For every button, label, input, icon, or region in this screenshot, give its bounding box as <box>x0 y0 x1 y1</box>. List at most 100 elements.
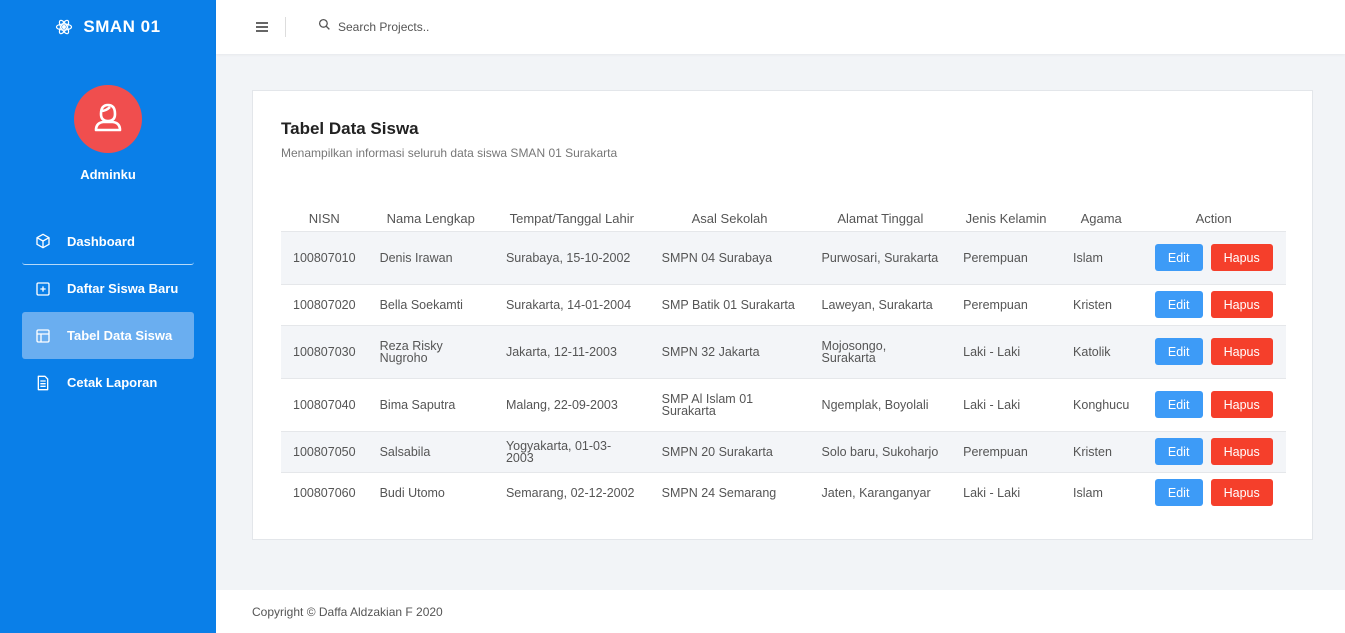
cell-action: Edit Hapus <box>1141 283 1286 325</box>
cell-ttl: Malang, 22-09-2003 <box>493 377 650 431</box>
cell-nisn: 100807050 <box>281 430 368 472</box>
hamburger-menu-icon[interactable] <box>254 19 270 35</box>
cell-alamat: Purwosari, Surakarta <box>809 230 952 284</box>
cell-nisn: 100807060 <box>281 471 368 513</box>
hapus-button[interactable]: Hapus <box>1210 479 1273 507</box>
plus-square-icon <box>34 280 51 297</box>
cell-ttl: Yogyakarta, 01-03-2003 <box>493 430 650 472</box>
cell-alamat: Jaten, Karanganyar <box>809 471 952 513</box>
cell-alamat: Solo baru, Sukoharjo <box>809 430 952 472</box>
cell-agama: Islam <box>1061 471 1142 513</box>
table-row: 100807030 Reza Risky Nugroho Jakarta, 12… <box>281 324 1286 378</box>
cell-action: Edit Hapus <box>1141 324 1286 378</box>
cell-alamat: Laweyan, Surakarta <box>809 283 952 325</box>
file-text-icon <box>34 374 51 391</box>
cell-nisn: 100807010 <box>281 230 368 284</box>
table-row: 100807060 Budi Utomo Semarang, 02-12-200… <box>281 471 1286 513</box>
sidebar-item-label: Tabel Data Siswa <box>67 328 173 343</box>
column-header-tempat-tanggal-lahir[interactable]: Tempat/Tanggal Lahir <box>494 183 650 231</box>
edit-button[interactable]: Edit <box>1154 291 1203 318</box>
cell-alamat: Ngemplak, Boyolali <box>809 377 952 431</box>
table-row: 100807010 Denis Irawan Surabaya, 15-10-2… <box>281 230 1286 284</box>
cell-jenis-kelamin: Laki - Laki <box>951 324 1062 378</box>
column-header-alamat-tinggal[interactable]: Alamat Tinggal <box>810 183 952 231</box>
cell-ttl: Semarang, 02-12-2002 <box>493 471 650 513</box>
cell-jenis-kelamin: Perempuan <box>951 283 1062 325</box>
cell-sekolah: SMP Batik 01 Surakarta <box>649 283 810 325</box>
layout-icon <box>34 327 51 344</box>
column-header-agama[interactable]: Agama <box>1061 183 1141 231</box>
column-header-nisn[interactable]: NISN <box>281 183 368 231</box>
cell-jenis-kelamin: Laki - Laki <box>951 377 1062 431</box>
page-title: Tabel Data Siswa <box>281 119 419 138</box>
atom-icon <box>55 18 73 36</box>
brand[interactable]: SMAN 01 <box>0 0 216 54</box>
sidebar-item-dashboard[interactable]: Dashboard <box>22 218 194 265</box>
cell-action: Edit Hapus <box>1141 430 1286 472</box>
cell-sekolah: SMPN 24 Semarang <box>649 471 810 513</box>
edit-button[interactable]: Edit <box>1154 391 1203 418</box>
sidebar-item-label: Daftar Siswa Baru <box>67 281 179 296</box>
hapus-button[interactable]: Hapus <box>1210 291 1273 318</box>
cell-sekolah: SMPN 20 Surakarta <box>649 430 810 472</box>
cell-nisn: 100807020 <box>281 283 368 325</box>
column-header-asal-sekolah[interactable]: Asal Sekolah <box>650 183 810 231</box>
sidebar-item-label: Dashboard <box>67 233 135 249</box>
column-header-nama-lengkap[interactable]: Nama Lengkap <box>368 183 494 231</box>
cell-nama: Salsabila <box>367 430 494 472</box>
cell-action: Edit Hapus <box>1141 471 1286 513</box>
user-icon <box>90 99 126 140</box>
hapus-button[interactable]: Hapus <box>1210 338 1273 365</box>
cell-ttl: Surabaya, 15-10-2002 <box>493 230 650 284</box>
cell-nama: Denis Irawan <box>367 230 494 284</box>
cell-jenis-kelamin: Perempuan <box>951 230 1062 284</box>
cell-jenis-kelamin: Perempuan <box>951 430 1062 472</box>
sidebar-item-tabel-data-siswa[interactable]: Tabel Data Siswa <box>22 312 194 359</box>
cell-nisn: 100807040 <box>281 377 368 431</box>
hapus-button[interactable]: Hapus <box>1210 438 1273 465</box>
cell-action: Edit Hapus <box>1141 230 1286 284</box>
edit-button[interactable]: Edit <box>1154 244 1203 271</box>
search-icon[interactable] <box>318 18 331 36</box>
brand-name: SMAN 01 <box>83 17 161 36</box>
cell-nama: Reza Risky Nugroho <box>367 324 494 378</box>
edit-button[interactable]: Edit <box>1154 479 1203 507</box>
search-input[interactable] <box>338 20 638 34</box>
table-row: 100807040 Bima Saputra Malang, 22-09-200… <box>281 377 1286 431</box>
cell-sekolah: SMPN 32 Jakarta <box>649 324 810 378</box>
divider <box>285 17 286 37</box>
column-header-action: Action <box>1195 210 1232 226</box>
footer: Copyright © Daffa Aldzakian F 2020 <box>216 590 1345 633</box>
table-row: 100807050 Salsabila Yogyakarta, 01-03-20… <box>281 430 1286 472</box>
cell-nama: Budi Utomo <box>367 471 494 513</box>
table-row: 100807020 Bella Soekamti Surakarta, 14-0… <box>281 283 1286 325</box>
hapus-button[interactable]: Hapus <box>1210 244 1273 271</box>
table-header-row: NISN Nama Lengkap Tempat/Tanggal Lahir A… <box>281 183 1286 231</box>
sidebar-item-cetak-laporan[interactable]: Cetak Laporan <box>22 359 194 406</box>
cell-nisn: 100807030 <box>281 324 368 378</box>
students-table: NISN Nama Lengkap Tempat/Tanggal Lahir A… <box>281 183 1286 513</box>
cell-nama: Bella Soekamti <box>367 283 494 325</box>
cell-action: Edit Hapus <box>1141 377 1286 431</box>
sidebar-item-daftar-siswa-baru[interactable]: Daftar Siswa Baru <box>22 265 194 312</box>
sidebar-item-label: Cetak Laporan <box>67 375 158 390</box>
page-subtitle: Menampilkan informasi seluruh data siswa… <box>281 146 618 160</box>
cell-agama: Katolik <box>1061 324 1142 378</box>
cell-agama: Konghucu <box>1061 377 1142 431</box>
edit-button[interactable]: Edit <box>1154 438 1203 465</box>
cell-nama: Bima Saputra <box>367 377 494 431</box>
hapus-button[interactable]: Hapus <box>1210 391 1273 418</box>
avatar[interactable] <box>74 85 142 153</box>
user-profile: Adminku <box>0 85 216 182</box>
cell-agama: Islam <box>1061 230 1142 284</box>
cell-ttl: Surakarta, 14-01-2004 <box>493 283 650 325</box>
sidebar: SMAN 01 Adminku Dashboard Daftar Siswa B… <box>0 0 216 633</box>
cell-ttl: Jakarta, 12-11-2003 <box>493 324 650 378</box>
cell-sekolah: SMP Al Islam 01 Surakarta <box>649 377 810 431</box>
copyright-text: Copyright © Daffa Aldzakian F 2020 <box>252 604 443 619</box>
column-header-jenis-kelamin[interactable]: Jenis Kelamin <box>951 183 1061 231</box>
cell-jenis-kelamin: Laki - Laki <box>951 471 1062 513</box>
edit-button[interactable]: Edit <box>1154 338 1203 365</box>
cube-icon <box>34 233 51 250</box>
search-box <box>318 18 638 36</box>
